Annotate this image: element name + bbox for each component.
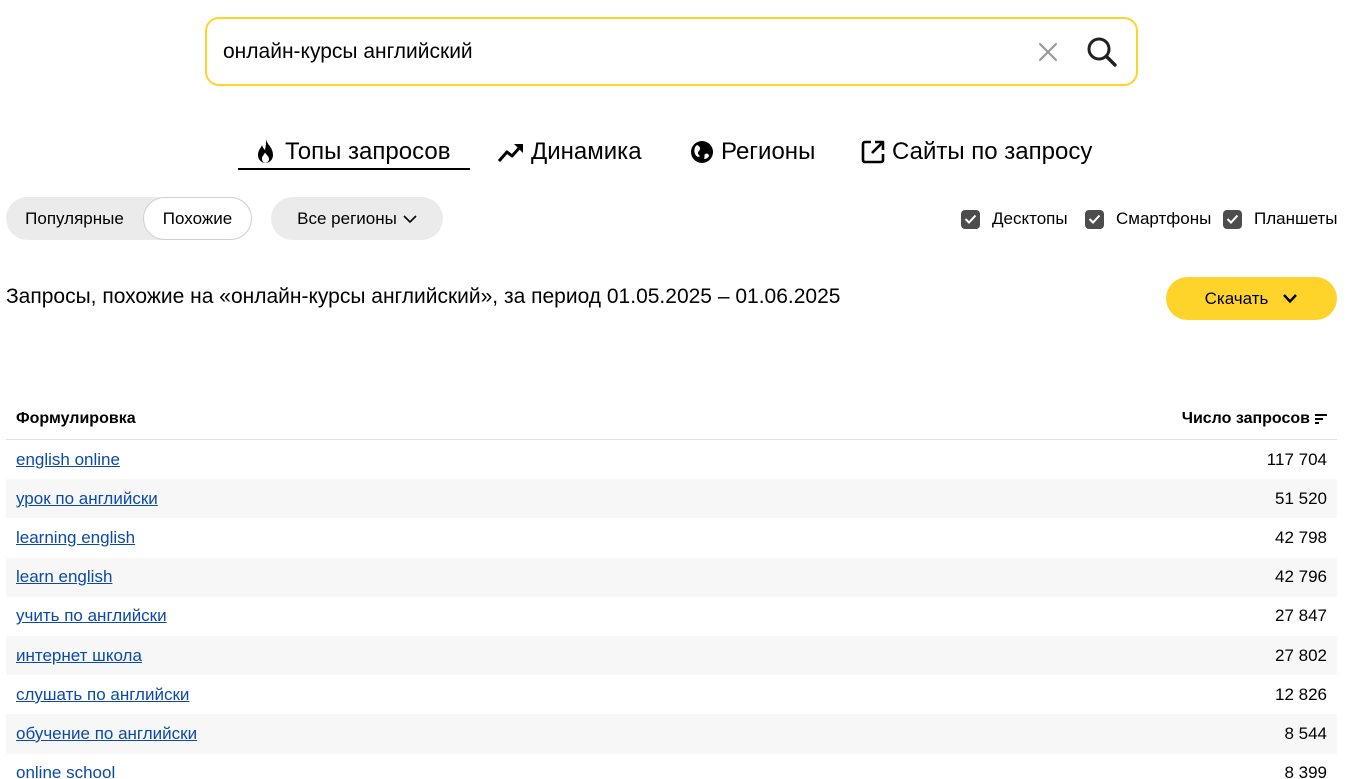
globe-icon [691, 141, 713, 163]
tab-regions[interactable]: Регионы [689, 134, 815, 170]
table-body: english online 117 704 урок по английски… [6, 440, 1337, 779]
query-link[interactable]: learn english [16, 567, 112, 587]
query-count: 27 802 [1275, 645, 1327, 665]
clear-button[interactable] [1035, 39, 1061, 65]
device-tablets[interactable]: Планшеты [1223, 207, 1338, 231]
table-row: урок по английски 51 520 [6, 479, 1337, 519]
table-row: learn english 42 796 [6, 557, 1337, 597]
checkbox-checked-icon[interactable] [961, 209, 980, 229]
tab-label: Топы запросов [285, 138, 451, 165]
tab-sites[interactable]: Сайты по запросу [860, 134, 1092, 170]
table-row: english online 117 704 [6, 440, 1337, 479]
query-count: 8 399 [1284, 763, 1327, 779]
query-link[interactable]: урок по английски [16, 489, 158, 509]
region-label: Все регионы [297, 208, 397, 228]
column-phrase: Формулировка [16, 410, 136, 427]
segment-popular[interactable]: Популярные [6, 197, 143, 240]
tab-label: Регионы [721, 138, 816, 165]
device-desktops[interactable]: Десктопы [961, 207, 1068, 231]
results-heading: Запросы, похожие на «онлайн-курсы англий… [6, 285, 841, 308]
query-count: 117 704 [1266, 449, 1327, 469]
chevron-down-icon [1283, 294, 1298, 304]
query-count: 51 520 [1275, 488, 1327, 508]
query-count: 27 847 [1275, 606, 1327, 626]
table-row: учить по английски 27 847 [6, 597, 1337, 636]
checkbox-checked-icon[interactable] [1223, 209, 1242, 229]
region-dropdown[interactable]: Все регионы [271, 197, 443, 240]
download-button[interactable]: Скачать [1166, 277, 1337, 320]
query-count: 42 796 [1275, 567, 1327, 587]
search-icon [1087, 37, 1117, 67]
close-icon [1038, 42, 1058, 62]
download-label: Скачать [1204, 288, 1269, 308]
table-row: слушать по английски 12 826 [6, 675, 1337, 714]
table-row: learning english 42 798 [6, 518, 1337, 557]
tab-dynamics[interactable]: Динамика [497, 134, 642, 170]
tab-label: Динамика [531, 138, 642, 165]
query-count: 12 826 [1275, 684, 1327, 704]
tab-label: Сайты по запросу [892, 138, 1093, 165]
table-row: online school 8 399 [6, 754, 1337, 779]
table-header: Формулировка Число запросов [6, 399, 1337, 440]
checkbox-checked-icon[interactable] [1085, 209, 1104, 229]
query-link[interactable]: learning english [16, 528, 135, 548]
search-input[interactable] [223, 19, 1003, 84]
device-label: Планшеты [1254, 209, 1338, 228]
active-tab-indicator [238, 168, 470, 170]
query-link[interactable]: интернет школа [16, 646, 142, 666]
trend-icon [497, 144, 523, 162]
fire-icon [258, 139, 273, 163]
query-link[interactable]: обучение по английски [16, 724, 197, 744]
search-bar [205, 17, 1138, 86]
query-type-switch: Популярные Похожие [6, 197, 252, 240]
query-link[interactable]: учить по английски [16, 606, 167, 626]
external-link-icon [861, 140, 885, 164]
sort-icon [1315, 414, 1327, 424]
query-link[interactable]: online school [16, 763, 115, 779]
device-label: Смартфоны [1116, 209, 1212, 228]
table-row: интернет школа 27 802 [6, 635, 1337, 676]
query-link[interactable]: english online [16, 450, 120, 470]
query-count: 42 798 [1275, 527, 1327, 547]
chevron-down-icon [403, 214, 417, 223]
table-row: обучение по английски 8 544 [6, 714, 1337, 754]
column-count-sort[interactable]: Число запросов [1182, 410, 1327, 428]
column-count: Число запросов [1181, 410, 1310, 427]
device-label: Десктопы [992, 209, 1068, 228]
query-count: 8 544 [1284, 723, 1327, 743]
search-button[interactable] [1084, 34, 1120, 70]
query-link[interactable]: слушать по английски [16, 685, 189, 705]
segment-similar[interactable]: Похожие [143, 197, 252, 240]
tab-top-queries[interactable]: Топы запросов [253, 134, 450, 170]
results-table: Формулировка Число запросов english onli… [6, 399, 1337, 779]
device-smartphones[interactable]: Смартфоны [1085, 207, 1211, 231]
tabs: Топы запросов Динамика Регионы Сайты по … [0, 134, 1352, 174]
